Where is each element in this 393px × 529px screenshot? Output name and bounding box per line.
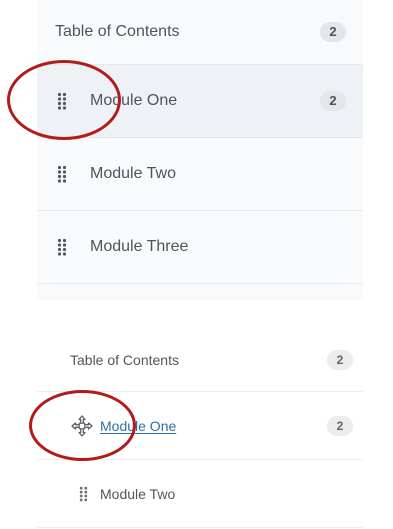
module-count-badge: 2: [327, 415, 353, 436]
selection-pointer: [363, 92, 372, 110]
toc-panel-dragging: Table of Contents 2 Module One 2 Module …: [37, 328, 363, 529]
toc-count-badge: 2: [327, 349, 353, 370]
move-arrows-icon[interactable]: [71, 414, 93, 437]
module-item-two[interactable]: Module Two: [37, 460, 363, 528]
module-label: Module One: [90, 92, 178, 109]
module-item-three[interactable]: Module Three: [37, 211, 363, 284]
module-label: Module Two: [90, 165, 176, 182]
toc-title: Table of Contents: [55, 23, 180, 40]
toc-title: Table of Contents: [70, 351, 179, 368]
toc-count-badge: 2: [320, 22, 346, 42]
module-count-badge: 2: [320, 91, 346, 111]
drag-handle-icon[interactable]: [57, 92, 67, 110]
module-label: Module Two: [100, 485, 176, 502]
module-item-two[interactable]: Module Two: [37, 138, 363, 211]
drag-handle-icon[interactable]: [57, 238, 67, 256]
module-label: Module Three: [90, 238, 189, 255]
module-item-one[interactable]: Module One 2: [37, 65, 372, 138]
drag-handle-icon[interactable]: [79, 486, 88, 502]
toc-panel-before: Table of Contents 2 Module One 2 Module …: [37, 0, 372, 300]
toc-header[interactable]: Table of Contents 2: [37, 328, 363, 392]
toc-header[interactable]: Table of Contents 2: [37, 0, 363, 65]
module-item-one[interactable]: Module One 2: [37, 392, 363, 460]
drag-handle-icon[interactable]: [57, 165, 67, 183]
module-link[interactable]: Module One: [100, 418, 176, 434]
